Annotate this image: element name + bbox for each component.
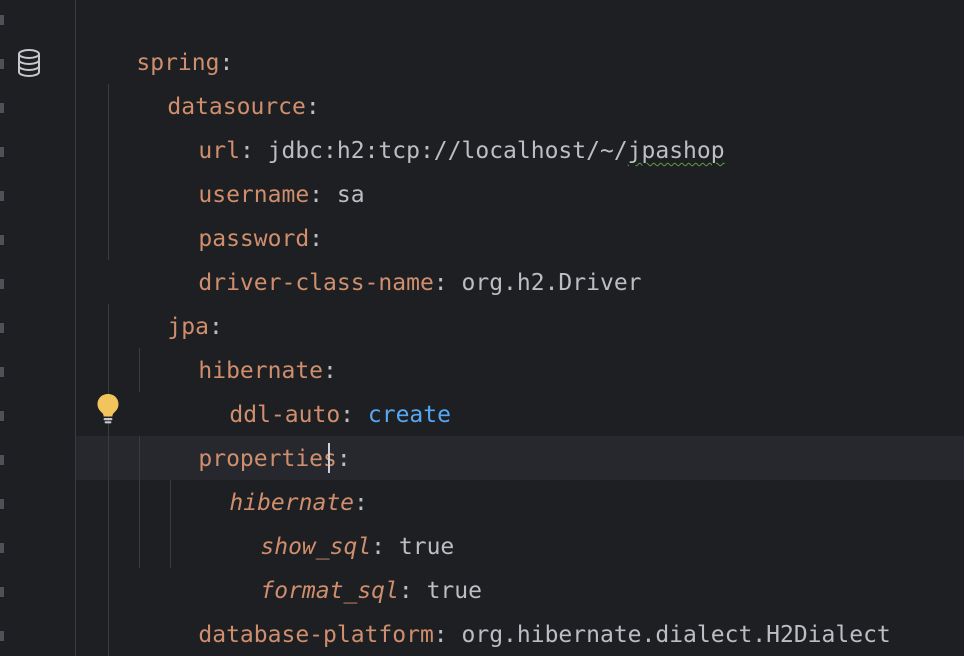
indent-guide <box>139 436 140 568</box>
line-number-stub <box>0 411 4 421</box>
line-number-stub <box>0 455 4 465</box>
code-line[interactable]: datasource: <box>112 41 319 120</box>
line-number-stub <box>0 235 4 245</box>
code-line[interactable]: properties: <box>143 393 350 472</box>
yaml-key: database-platform <box>198 622 434 648</box>
yaml-key: driver-class-name <box>198 270 434 296</box>
code-line[interactable]: username: sa <box>143 129 364 208</box>
line-number-stub <box>0 323 4 333</box>
code-line[interactable]: format_sql: true <box>205 525 482 604</box>
line-number-stub <box>0 147 4 157</box>
editor-gutter[interactable] <box>0 0 76 656</box>
yaml-separator: : <box>433 270 462 296</box>
line-number-stub <box>0 103 4 113</box>
indent-guide <box>108 304 109 656</box>
database-icon[interactable] <box>16 48 42 78</box>
yaml-value: sa <box>336 182 365 208</box>
yaml-value: create <box>367 402 451 428</box>
code-line[interactable]: driver-class-name: org.h2.Driver <box>143 217 641 296</box>
code-line[interactable]: ddl-auto: create <box>174 349 451 428</box>
code-line[interactable]: spring: <box>81 0 233 76</box>
code-line[interactable]: url: jdbc:h2:tcp://localhost/~/jpashop <box>143 85 724 164</box>
line-number-stub <box>0 543 4 553</box>
yaml-separator: : <box>433 622 462 648</box>
code-line[interactable]: password: <box>143 173 323 252</box>
code-editor[interactable]: spring: datasource: url: jdbc:h2:tcp://l… <box>0 0 964 656</box>
yaml-value: org.h2.Driver <box>461 270 642 296</box>
line-number-stub <box>0 279 4 289</box>
code-line[interactable]: jpa: <box>112 261 222 340</box>
code-line[interactable]: show_sql: true <box>205 481 454 560</box>
gutter-divider <box>75 0 76 656</box>
line-number-stub <box>0 191 4 201</box>
code-line[interactable]: hibernate: <box>143 305 336 384</box>
lightbulb-icon[interactable] <box>95 392 121 424</box>
code-line[interactable]: hibernate: <box>174 437 367 516</box>
line-number-stub <box>0 631 4 641</box>
line-number-stub <box>0 499 4 509</box>
line-number-stub <box>0 587 4 597</box>
text-caret <box>328 443 330 473</box>
line-number-stub <box>0 15 4 25</box>
code-line[interactable]: database-platform: org.hibernate.dialect… <box>143 569 890 648</box>
yaml-value-typo: jpashop <box>627 138 725 164</box>
line-number-stub <box>0 367 4 377</box>
line-number-stub <box>0 59 4 69</box>
yaml-value: org.hibernate.dialect.H2Dialect <box>461 622 891 648</box>
